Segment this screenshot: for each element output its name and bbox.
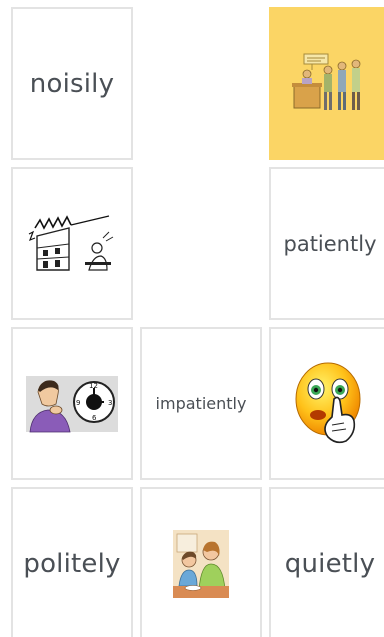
card-picture-queue-selected[interactable]: [269, 7, 384, 160]
card-word-label: impatiently: [155, 394, 247, 413]
card-patiently[interactable]: patiently: [269, 167, 384, 320]
card-word-label: politely: [23, 548, 121, 579]
card-noisily[interactable]: noisily: [11, 7, 133, 160]
card-picture-noisy-neighbour[interactable]: [11, 167, 133, 320]
card-picture-man-waiting[interactable]: 12 9 3 6: [11, 327, 133, 480]
card-word-label: noisily: [29, 68, 115, 99]
card-word-label: quietly: [284, 548, 376, 579]
card-impatiently[interactable]: impatiently: [140, 327, 262, 480]
people-waiting-at-counter-icon: [290, 52, 370, 116]
svg-text:6: 6: [92, 414, 97, 422]
svg-text:3: 3: [108, 399, 112, 407]
man-waiting-clock-icon: 12 9 3 6: [26, 374, 118, 434]
card-quietly[interactable]: quietly: [269, 487, 384, 637]
svg-text:12: 12: [89, 382, 98, 390]
svg-text:9: 9: [76, 399, 80, 407]
card-picture-shushing[interactable]: [269, 327, 384, 480]
matching-game-board: noisily patiently 12 9 3 6 impatiently p…: [0, 0, 384, 637]
card-politely[interactable]: politely: [11, 487, 133, 637]
noisy-neighbour-icon: [27, 214, 117, 274]
card-word-label: patiently: [283, 231, 377, 256]
card-picture-mother-child[interactable]: [140, 487, 262, 637]
shushing-smiley-icon: [294, 359, 366, 449]
mother-and-child-talking-icon: [173, 529, 229, 598]
